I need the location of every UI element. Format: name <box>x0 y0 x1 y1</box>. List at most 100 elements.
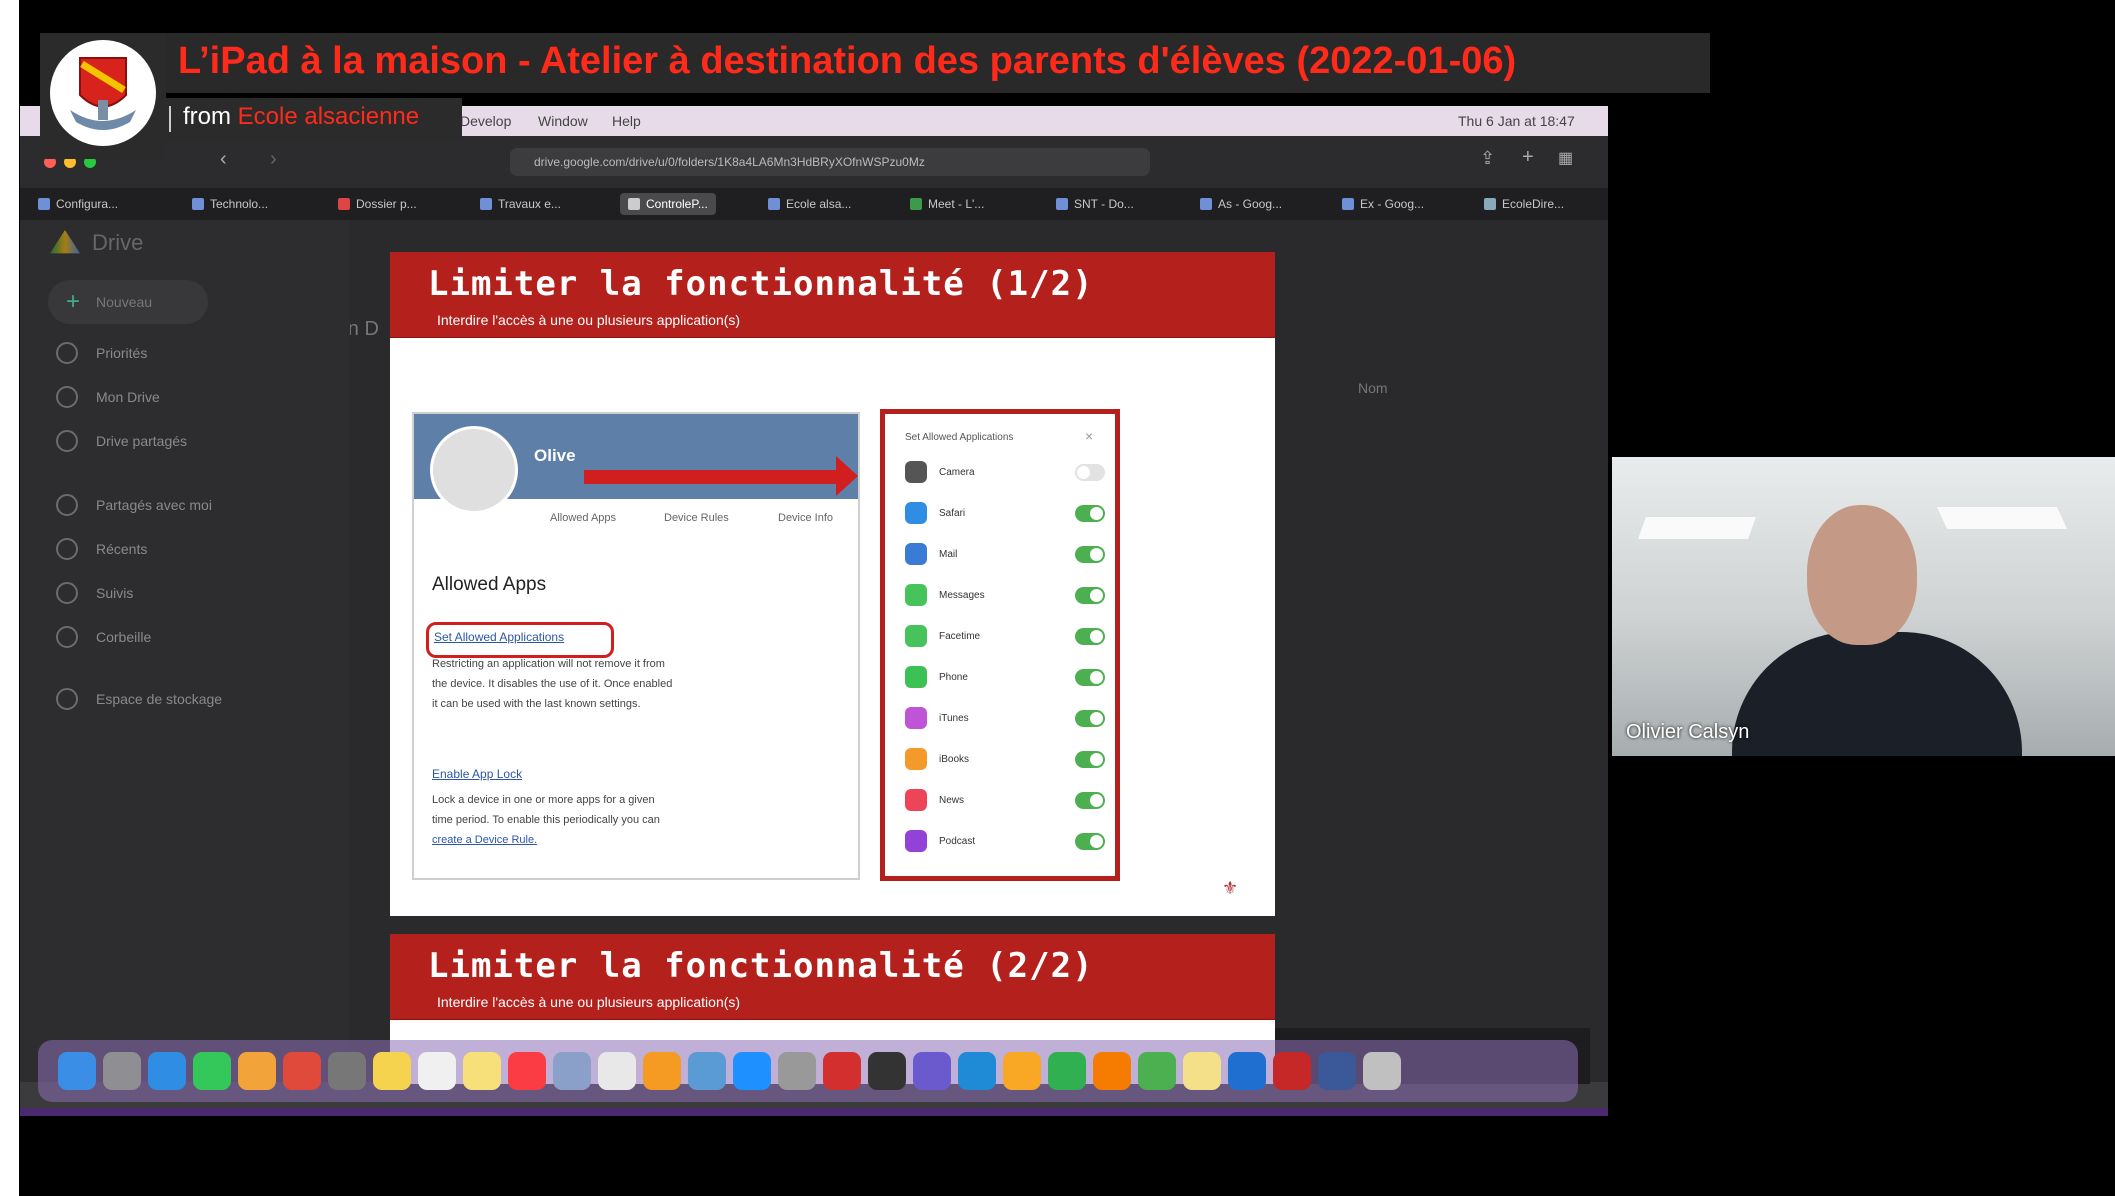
browser-tab[interactable]: EcoleDire... <box>1484 193 1564 215</box>
menu-help[interactable]: Help <box>612 113 641 129</box>
system-prefs-icon[interactable] <box>328 1052 366 1090</box>
imovie-icon[interactable] <box>913 1052 951 1090</box>
notes-icon[interactable] <box>373 1052 411 1090</box>
photobooth-icon[interactable] <box>283 1052 321 1090</box>
app-toggle[interactable] <box>1075 463 1105 481</box>
browser-tab[interactable]: Travaux e... <box>480 193 561 215</box>
app-icon <box>905 584 927 606</box>
browser-tab[interactable]: Ecole alsa... <box>768 193 851 215</box>
terminal-icon[interactable] <box>868 1052 906 1090</box>
browser-tab[interactable]: Meet - L'... <box>910 193 984 215</box>
preview-icon[interactable] <box>688 1052 726 1090</box>
back-arrow-icon[interactable]: ‹ <box>220 148 227 171</box>
music-icon[interactable] <box>508 1052 546 1090</box>
app-toggle[interactable] <box>1075 791 1105 809</box>
photos-icon[interactable] <box>238 1052 276 1090</box>
tab-favicon-icon <box>480 198 492 210</box>
tab-allowed-apps[interactable]: Allowed Apps <box>550 512 616 524</box>
tab-device-rules[interactable]: Device Rules <box>664 512 729 524</box>
sketch-icon[interactable] <box>1003 1052 1041 1090</box>
trash-icon[interactable] <box>1363 1052 1401 1090</box>
browser-tab[interactable]: Ex - Goog... <box>1342 193 1424 215</box>
app-row: Messages <box>905 577 1105 613</box>
tab-favicon-icon <box>910 198 922 210</box>
sort-by-name[interactable]: Nom <box>1358 380 1388 396</box>
menu-window[interactable]: Window <box>538 113 588 129</box>
star-icon <box>56 582 78 604</box>
tab-favicon-icon <box>1342 198 1354 210</box>
app-name: Messages <box>939 589 985 601</box>
keynote2-icon[interactable] <box>958 1052 996 1090</box>
app-icon[interactable] <box>1138 1052 1176 1090</box>
safari-icon[interactable] <box>148 1052 186 1090</box>
enable-app-lock-link[interactable]: Enable App Lock <box>432 767 522 781</box>
menu-develop[interactable]: Develop <box>460 113 511 129</box>
pages-icon[interactable] <box>643 1052 681 1090</box>
drive-logo: Drive <box>50 230 143 256</box>
acrobat-icon[interactable] <box>823 1052 861 1090</box>
filezilla-icon[interactable] <box>1273 1052 1311 1090</box>
drive-nav-shared-drives[interactable]: Drive partagés <box>56 430 187 452</box>
set-allowed-applications-link[interactable]: Set Allowed Applications <box>434 630 564 644</box>
tab-device-info[interactable]: Device Info <box>778 512 833 524</box>
shared-screen: Develop Window Help Thu 6 Jan at 18:47 ‹… <box>20 106 1608 1108</box>
browser-tab[interactable]: Technolo... <box>192 193 268 215</box>
drive-nav-my-drive[interactable]: Mon Drive <box>56 386 160 408</box>
app-row: News <box>905 782 1105 818</box>
blender-icon[interactable] <box>1093 1052 1131 1090</box>
close-icon[interactable]: × <box>1085 428 1093 444</box>
app-toggle[interactable] <box>1075 586 1105 604</box>
facetime-icon[interactable] <box>193 1052 231 1090</box>
finder-icon[interactable] <box>58 1052 96 1090</box>
drive-nav-recent[interactable]: Récents <box>56 538 147 560</box>
tab-overview-icon[interactable]: ▦ <box>1558 148 1573 168</box>
drive-nav-shared-with-me[interactable]: Partagés avec moi <box>56 494 212 516</box>
forward-arrow-icon[interactable]: › <box>270 148 277 171</box>
app-toggle[interactable] <box>1075 545 1105 563</box>
keynote-icon[interactable] <box>553 1052 591 1090</box>
browser-tab[interactable]: SNT - Do... <box>1056 193 1134 215</box>
address-bar[interactable]: drive.google.com/drive/u/0/folders/1K8a4… <box>510 148 1150 176</box>
calendar-icon[interactable] <box>418 1052 456 1090</box>
panel-title: Set Allowed Applications <box>905 432 1014 443</box>
outlook-icon[interactable] <box>1228 1052 1266 1090</box>
new-tab-icon[interactable]: + <box>1522 146 1534 169</box>
share-icon[interactable]: ⇪ <box>1480 148 1495 169</box>
drive-nav-storage[interactable]: Espace de stockage <box>56 688 222 710</box>
screens-icon[interactable] <box>1318 1052 1356 1090</box>
app-toggle[interactable] <box>1075 750 1105 768</box>
presenter-head <box>1807 505 1917 645</box>
app-toggle[interactable] <box>1075 627 1105 645</box>
browser-tab[interactable]: Dossier p... <box>338 193 417 215</box>
create-device-rule-link[interactable]: create a Device Rule. <box>432 830 732 850</box>
app-icon <box>905 707 927 729</box>
app-icon <box>905 502 927 524</box>
drive-nav-starred[interactable]: Suivis <box>56 582 133 604</box>
tab-favicon-icon <box>1200 198 1212 210</box>
app-toggle[interactable] <box>1075 709 1105 727</box>
slide-title: Limiter la fonctionnalité (2/2) <box>428 946 1094 986</box>
browser-tab[interactable]: As - Goog... <box>1200 193 1282 215</box>
app-row: iBooks <box>905 741 1105 777</box>
app-icon <box>905 830 927 852</box>
app-store-icon[interactable] <box>733 1052 771 1090</box>
app-toggle[interactable] <box>1075 668 1105 686</box>
new-button[interactable]: + Nouveau <box>48 280 208 324</box>
browser-tab[interactable]: Configura... <box>38 193 118 215</box>
launchpad-icon[interactable] <box>103 1052 141 1090</box>
stickies-icon[interactable] <box>463 1052 501 1090</box>
app-toggle[interactable] <box>1075 504 1105 522</box>
utility-icon[interactable] <box>778 1052 816 1090</box>
drive-nav-priorities[interactable]: Priorités <box>56 342 147 364</box>
drive-nav-trash[interactable]: Corbeille <box>56 626 151 648</box>
app-name: Mail <box>939 548 958 560</box>
numbers-icon[interactable] <box>1048 1052 1086 1090</box>
app-toggle[interactable] <box>1075 832 1105 850</box>
drive-sidebar: Drive + Nouveau Priorités Mon Drive Driv… <box>20 220 350 1082</box>
profile-header: Olive <box>414 414 858 514</box>
browser-tab-active[interactable]: ControleP... <box>620 193 716 215</box>
school-link[interactable]: Ecole alsacienne <box>238 103 419 130</box>
chrome-icon[interactable] <box>598 1052 636 1090</box>
people-icon <box>56 494 78 516</box>
notes2-icon[interactable] <box>1183 1052 1221 1090</box>
